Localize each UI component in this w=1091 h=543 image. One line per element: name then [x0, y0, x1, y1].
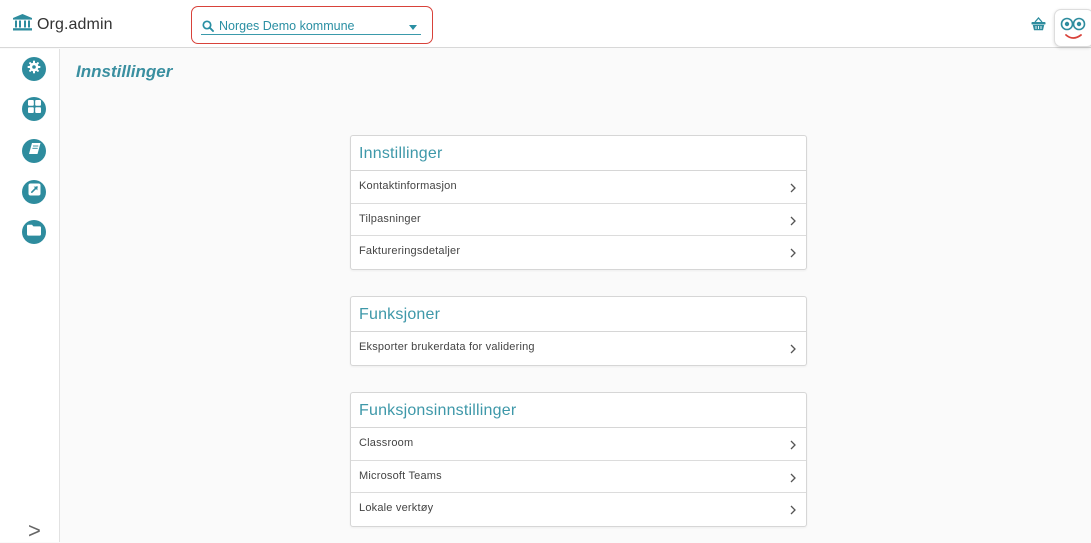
folder-icon: [27, 223, 41, 241]
settings-card: Innstillinger Kontaktinformasjon Tilpasn…: [350, 135, 807, 271]
org-selector[interactable]: Norges Demo kommune: [191, 6, 433, 44]
functions-card: Funksjoner Eksporter brukerdata for vali…: [350, 296, 807, 366]
grid-icon: [27, 100, 41, 118]
row-label: Lokale verktøy: [359, 502, 434, 515]
chevron-right-icon: [790, 473, 796, 486]
brand[interactable]: Org.admin: [13, 14, 113, 36]
brand-name: Org.admin: [37, 16, 113, 33]
gear-icon: [27, 60, 41, 79]
sidebar-item-books[interactable]: [22, 139, 46, 163]
chevron-right-icon: [790, 440, 796, 453]
settings-item-contact-info[interactable]: Kontaktinformasjon: [351, 171, 806, 204]
external-link-icon: [28, 183, 41, 201]
row-label: Microsoft Teams: [359, 469, 442, 482]
section-title: Funksjonsinnstillinger: [351, 393, 806, 428]
settings-item-customizations[interactable]: Tilpasninger: [351, 204, 806, 237]
function-settings-item-local-tools[interactable]: Lokale verktøy: [351, 493, 806, 526]
row-label: Eksporter brukerdata for validering: [359, 341, 535, 353]
sidebar-item-external[interactable]: [22, 180, 46, 204]
section-title: Innstillinger: [351, 136, 806, 171]
section-title: Funksjoner: [351, 297, 806, 332]
settings-item-billing-details[interactable]: Faktureringsdetaljer: [351, 236, 806, 269]
functions-item-export-user-data[interactable]: Eksporter brukerdata for validering: [351, 332, 806, 365]
chevron-right-icon: [790, 183, 796, 196]
chevron-right-icon: [790, 505, 796, 518]
row-label: Classroom: [359, 437, 414, 449]
chevron-right-icon: [790, 344, 796, 357]
top-bar: Org.admin Norges Demo kommune: [0, 0, 1091, 48]
institution-icon: [13, 14, 32, 36]
chevron-right-icon: [790, 248, 796, 261]
chevron-right-icon: [790, 216, 796, 229]
sidebar-item-settings[interactable]: [22, 57, 46, 81]
selector-underline: [201, 34, 421, 35]
chevron-down-icon: [409, 25, 417, 30]
function-settings-card: Funksjonsinnstillinger Classroom Microso…: [350, 392, 807, 528]
sidebar-item-dashboard[interactable]: [22, 97, 46, 121]
row-label: Tilpasninger: [359, 212, 421, 225]
page-title: Innstillinger: [76, 62, 173, 81]
org-selector-value: Norges Demo kommune: [219, 19, 355, 33]
book-icon: [28, 142, 41, 160]
function-settings-item-classroom[interactable]: Classroom: [351, 428, 806, 461]
row-label: Faktureringsdetaljer: [359, 245, 461, 258]
face-icon: [1055, 17, 1091, 50]
row-label: Kontaktinformasjon: [359, 180, 457, 192]
sidebar-item-folders[interactable]: [22, 220, 46, 244]
function-settings-item-microsoft-teams[interactable]: Microsoft Teams: [351, 461, 806, 494]
sidebar-expand-button[interactable]: >: [28, 520, 41, 542]
basket-icon[interactable]: [1031, 17, 1046, 36]
assistant-mascot[interactable]: [1054, 9, 1091, 47]
sidebar: >: [0, 49, 60, 542]
